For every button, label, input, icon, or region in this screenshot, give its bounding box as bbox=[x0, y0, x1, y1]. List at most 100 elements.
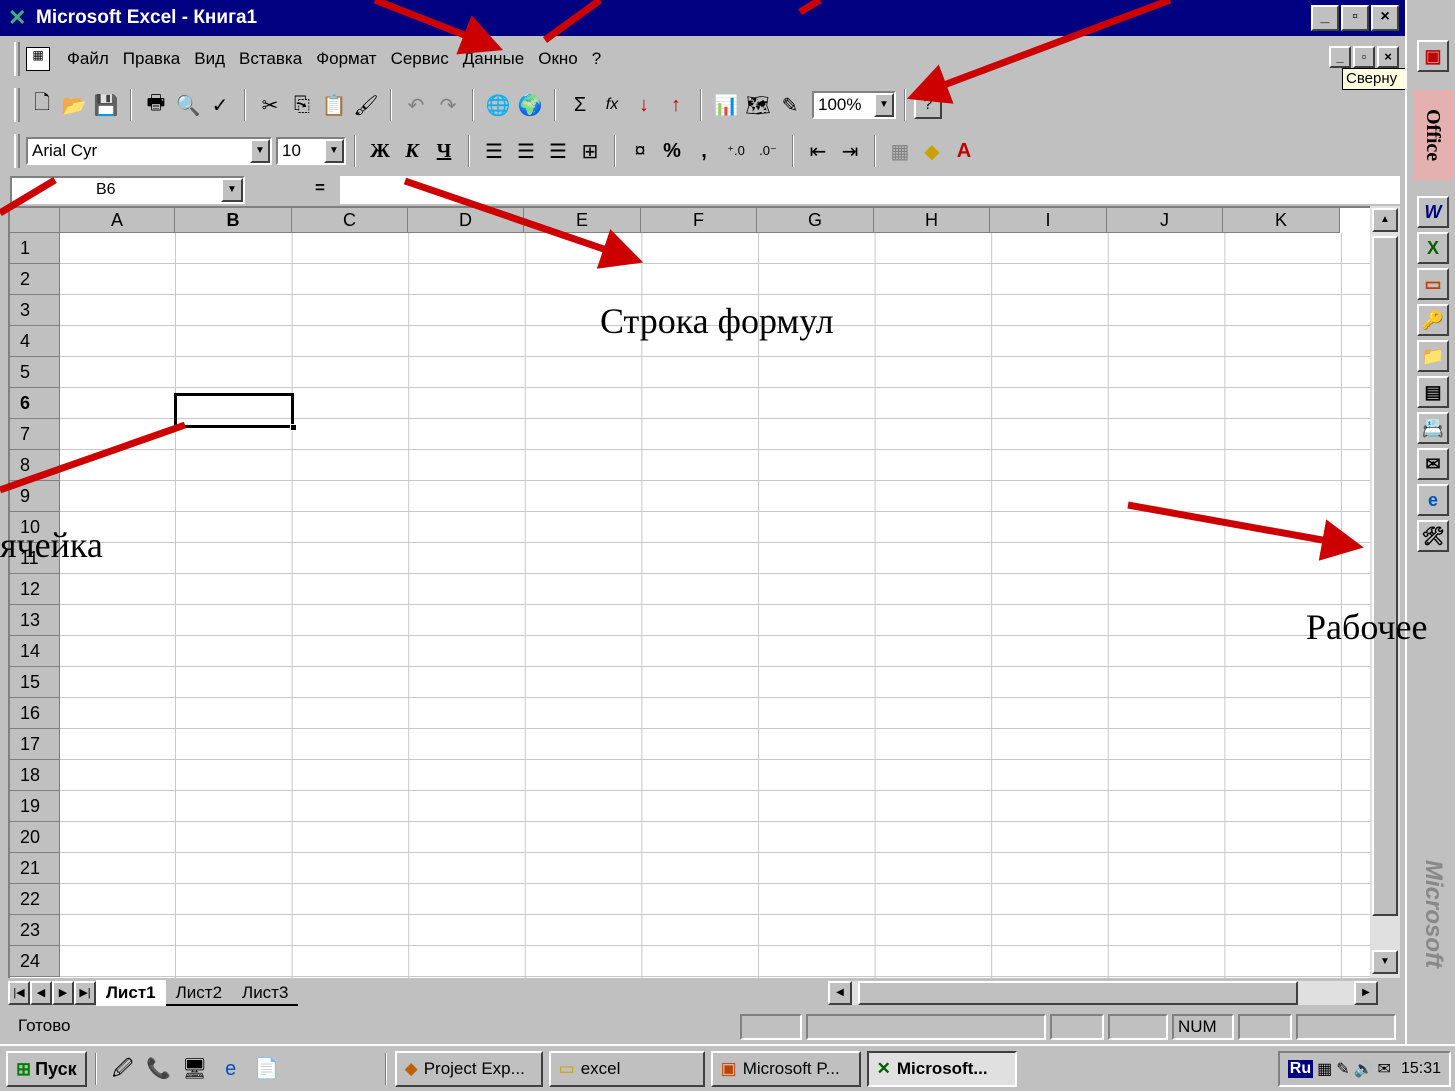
decrease-decimal-icon[interactable]: .0⁻ bbox=[752, 135, 784, 167]
paste-icon[interactable]: 📋 bbox=[318, 89, 350, 121]
tray-icon[interactable]: ✎ bbox=[1336, 1059, 1349, 1079]
note-icon[interactable]: ✉ bbox=[1417, 448, 1449, 480]
column-header[interactable]: A bbox=[60, 208, 175, 233]
task-excel-folder[interactable]: ▭ excel bbox=[548, 1050, 705, 1087]
row-header[interactable]: 2 bbox=[10, 264, 60, 295]
drawing-icon[interactable]: ✎ bbox=[774, 89, 806, 121]
row-header[interactable]: 1 bbox=[10, 233, 60, 264]
vertical-scrollbar[interactable]: ▲ ▼ bbox=[1370, 206, 1400, 978]
scroll-right-icon[interactable]: ▶ bbox=[1354, 981, 1378, 1005]
align-right-icon[interactable]: ☰ bbox=[542, 135, 574, 167]
row-header[interactable]: 4 bbox=[10, 326, 60, 357]
name-box[interactable]: B6 ▼ bbox=[10, 176, 245, 204]
next-sheet-icon[interactable]: ▶ bbox=[52, 981, 74, 1005]
row-header[interactable]: 17 bbox=[10, 729, 60, 760]
map-icon[interactable]: 🗺 bbox=[742, 89, 774, 121]
fill-handle[interactable] bbox=[290, 424, 297, 431]
column-header[interactable]: K bbox=[1223, 208, 1340, 233]
binder-icon[interactable]: 📁 bbox=[1417, 340, 1449, 372]
close-button[interactable]: × bbox=[1371, 5, 1399, 31]
format-painter-icon[interactable]: 🖌 bbox=[350, 89, 382, 121]
quick-launch-icon[interactable]: 📞 bbox=[144, 1054, 174, 1084]
minimize-button[interactable]: _ bbox=[1311, 5, 1339, 31]
access-icon[interactable]: 🔑 bbox=[1417, 304, 1449, 336]
task-excel[interactable]: ✕ Microsoft... bbox=[866, 1050, 1017, 1087]
sort-ascending-icon[interactable]: ↓ bbox=[628, 89, 660, 121]
comma-button[interactable]: , bbox=[688, 135, 720, 167]
font-name-dropdown-icon[interactable]: ▼ bbox=[250, 139, 270, 163]
increase-indent-icon[interactable]: ⇥ bbox=[834, 135, 866, 167]
column-header[interactable]: D bbox=[408, 208, 524, 233]
fill-color-icon[interactable]: ◆ bbox=[916, 135, 948, 167]
schedule-icon[interactable]: ▤ bbox=[1417, 376, 1449, 408]
doc-minimize-button[interactable]: _ bbox=[1329, 46, 1351, 68]
currency-icon[interactable]: ¤ bbox=[624, 135, 656, 167]
menu-grip[interactable] bbox=[14, 42, 20, 76]
start-button[interactable]: ⊞ Пуск bbox=[6, 1050, 87, 1087]
row-header[interactable]: 7 bbox=[10, 419, 60, 450]
row-header[interactable]: 16 bbox=[10, 698, 60, 729]
row-header[interactable]: 24 bbox=[10, 946, 60, 977]
office-tools-icon[interactable]: 🛠 bbox=[1417, 520, 1449, 552]
font-size-dropdown-icon[interactable]: ▼ bbox=[324, 139, 344, 163]
column-header[interactable]: I bbox=[990, 208, 1107, 233]
horizontal-scroll-thumb[interactable] bbox=[858, 981, 1298, 1005]
desktop-icon[interactable]: 🖥 bbox=[180, 1054, 210, 1084]
row-header[interactable]: 5 bbox=[10, 357, 60, 388]
clock[interactable]: 15:31 bbox=[1401, 1060, 1441, 1078]
row-header[interactable]: 21 bbox=[10, 853, 60, 884]
align-center-icon[interactable]: ☰ bbox=[510, 135, 542, 167]
column-header[interactable]: B bbox=[175, 208, 292, 233]
doc-close-button[interactable]: × bbox=[1377, 46, 1399, 68]
toolbar-grip[interactable] bbox=[14, 88, 20, 122]
menu-insert[interactable]: Вставка bbox=[232, 49, 309, 69]
office-menu-icon[interactable]: ▣ bbox=[1417, 40, 1449, 72]
horizontal-scrollbar[interactable]: ◀ ▶ bbox=[828, 981, 1378, 1005]
row-header[interactable]: 22 bbox=[10, 884, 60, 915]
row-header[interactable]: 14 bbox=[10, 636, 60, 667]
menu-format[interactable]: Формат bbox=[309, 49, 383, 69]
sheet-tab-1[interactable]: Лист1 bbox=[96, 980, 166, 1006]
active-cell[interactable] bbox=[174, 393, 294, 428]
row-header[interactable]: 13 bbox=[10, 605, 60, 636]
print-icon[interactable]: 🖶 bbox=[140, 89, 172, 121]
new-file-icon[interactable]: 🗋 bbox=[26, 89, 58, 121]
contacts-icon[interactable]: 📇 bbox=[1417, 412, 1449, 444]
column-header[interactable]: C bbox=[292, 208, 408, 233]
scroll-left-icon[interactable]: ◀ bbox=[828, 981, 852, 1005]
tray-icon[interactable]: ✉ bbox=[1378, 1059, 1391, 1079]
prev-sheet-icon[interactable]: ◀ bbox=[30, 981, 52, 1005]
menu-window[interactable]: Окно bbox=[531, 49, 585, 69]
autosum-icon[interactable]: Σ bbox=[564, 89, 596, 121]
merge-center-icon[interactable]: ⊞ bbox=[574, 135, 606, 167]
column-header[interactable]: E bbox=[524, 208, 641, 233]
row-header[interactable]: 6 bbox=[10, 388, 60, 419]
column-header[interactable]: G bbox=[757, 208, 874, 233]
italic-button[interactable]: К bbox=[396, 135, 428, 167]
row-header[interactable]: 3 bbox=[10, 295, 60, 326]
row-header[interactable]: 9 bbox=[10, 481, 60, 512]
function-icon[interactable]: fx bbox=[596, 89, 628, 121]
align-left-icon[interactable]: ☰ bbox=[478, 135, 510, 167]
row-header[interactable]: 18 bbox=[10, 760, 60, 791]
name-box-dropdown-icon[interactable]: ▼ bbox=[221, 178, 243, 202]
doc-restore-button[interactable]: ▫ bbox=[1353, 46, 1375, 68]
zoom-select[interactable]: 100% ▼ bbox=[812, 91, 896, 119]
quick-launch-icon[interactable]: 🖉 bbox=[108, 1054, 138, 1084]
redo-icon[interactable]: ↷ bbox=[432, 89, 464, 121]
office-label[interactable]: Office bbox=[1413, 90, 1453, 180]
row-header[interactable]: 15 bbox=[10, 667, 60, 698]
sheet-tab-3[interactable]: Лист3 bbox=[232, 980, 299, 1006]
formula-input[interactable] bbox=[340, 176, 1400, 204]
row-header[interactable]: 23 bbox=[10, 915, 60, 946]
web-toolbar-icon[interactable]: 🌍 bbox=[514, 89, 546, 121]
sheet-tab-2[interactable]: Лист2 bbox=[165, 980, 233, 1006]
underline-button[interactable]: Ч bbox=[428, 135, 460, 167]
scroll-up-icon[interactable]: ▲ bbox=[1372, 208, 1398, 232]
open-folder-icon[interactable]: 📂 bbox=[58, 89, 90, 121]
maximize-button[interactable]: ▫ bbox=[1341, 5, 1369, 31]
menu-data[interactable]: Данные bbox=[456, 49, 531, 69]
word-icon[interactable]: W bbox=[1417, 196, 1449, 228]
menu-tools[interactable]: Сервис bbox=[384, 49, 456, 69]
task-powerpoint[interactable]: ▣ Microsoft P... bbox=[710, 1050, 861, 1087]
